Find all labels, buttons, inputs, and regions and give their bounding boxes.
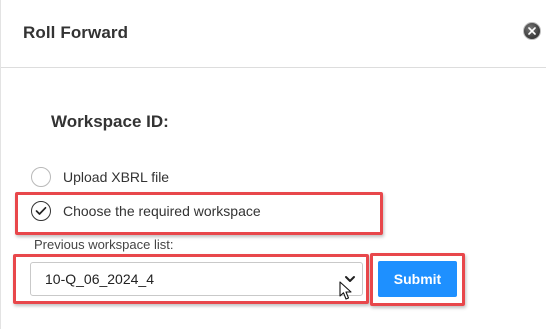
choose-workspace-radio[interactable] (31, 201, 51, 221)
workspace-id-heading: Workspace ID: (51, 112, 169, 131)
choose-workspace-label: Choose the required workspace (63, 203, 261, 219)
checkmark-icon (35, 206, 47, 215)
workspace-select[interactable]: 10-Q_06_2024_4 (30, 262, 363, 296)
upload-xbrl-option[interactable]: Upload XBRL file (31, 166, 169, 188)
mouse-cursor-icon (339, 281, 352, 300)
choose-workspace-option[interactable]: Choose the required workspace (31, 200, 261, 222)
upload-xbrl-radio[interactable] (31, 167, 51, 187)
close-button[interactable] (523, 22, 541, 40)
dialog-header: Roll Forward (1, 0, 546, 68)
workspace-select-value: 10-Q_06_2024_4 (45, 271, 154, 287)
close-icon (528, 27, 536, 35)
workspace-list-label: Previous workspace list: (34, 237, 174, 252)
upload-xbrl-label: Upload XBRL file (63, 169, 170, 185)
submit-button[interactable]: Submit (378, 261, 457, 297)
roll-forward-dialog: Roll Forward Workspace ID: Upload XBRL f… (0, 0, 546, 329)
dialog-title: Roll Forward (23, 23, 129, 42)
